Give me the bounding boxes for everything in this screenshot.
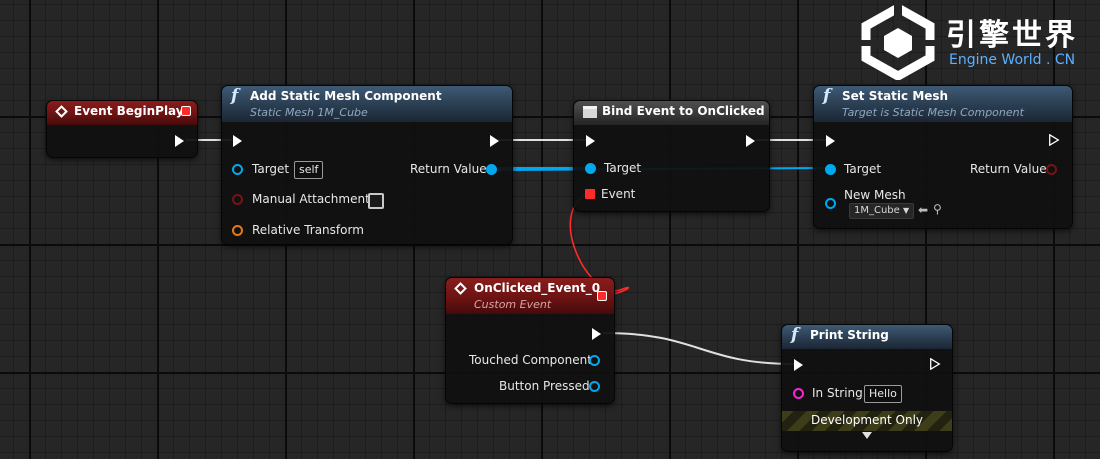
node-subtitle: Custom Event: [474, 298, 552, 311]
function-f-icon: f: [791, 325, 799, 345]
node-onclicked-custom-event[interactable]: OnClicked_Event_0 Custom Event Touched C…: [445, 277, 615, 404]
node-header[interactable]: OnClicked_Event_0 Custom Event: [446, 278, 614, 314]
new-mesh-input-pin[interactable]: [825, 198, 836, 209]
target-label: Target: [252, 162, 290, 176]
exec-wire-custom-to-print: [602, 332, 796, 365]
target-label: Target: [604, 161, 642, 175]
new-mesh-value: 1M_Cube: [854, 205, 900, 216]
node-title: OnClicked_Event_0: [474, 281, 601, 295]
event-delegate-input-pin[interactable]: [585, 189, 595, 199]
touched-component-output-pin[interactable]: [589, 355, 600, 366]
search-icon[interactable]: ⚲: [933, 202, 942, 216]
manual-attachment-label: Manual Attachment: [252, 192, 370, 206]
event-diamond-icon: [454, 282, 467, 295]
node-print-string[interactable]: f Print String In String Hello Developme…: [781, 324, 953, 452]
button-pressed-label: Button Pressed: [499, 379, 590, 393]
event-label: Event: [601, 187, 636, 201]
event-diamond-icon: [55, 105, 68, 118]
in-string-input-pin[interactable]: [793, 388, 804, 399]
function-f-icon: f: [231, 86, 239, 106]
node-event-beginplay[interactable]: Event BeginPlay: [46, 100, 198, 158]
exec-input-pin[interactable]: [586, 135, 595, 147]
in-string-value[interactable]: Hello: [864, 385, 902, 403]
chevron-down-icon[interactable]: [862, 432, 872, 439]
return-value-output-pin[interactable]: [486, 164, 497, 175]
target-input-pin[interactable]: [585, 163, 596, 174]
node-header[interactable]: f Set Static Mesh Target is Static Mesh …: [814, 86, 1072, 122]
node-set-static-mesh[interactable]: f Set Static Mesh Target is Static Mesh …: [813, 85, 1073, 229]
logo-english-text: Engine World . CN: [949, 52, 1076, 68]
node-header[interactable]: f Add Static Mesh Component Static Mesh …: [222, 86, 512, 122]
browse-arrow-icon[interactable]: ⬅: [918, 203, 928, 217]
new-mesh-label: New Mesh: [844, 188, 906, 202]
return-value-label: Return Value: [970, 162, 1047, 176]
target-input-pin[interactable]: [825, 164, 836, 175]
button-pressed-output-pin[interactable]: [589, 381, 600, 392]
node-title: Print String: [810, 328, 889, 342]
relative-transform-label: Relative Transform: [252, 223, 364, 237]
exec-input-pin[interactable]: [233, 135, 242, 147]
manual-attachment-input-pin[interactable]: [232, 194, 243, 205]
in-string-label: In String: [812, 386, 863, 400]
node-header[interactable]: Bind Event to OnClicked: [574, 101, 769, 125]
exec-output-pin[interactable]: [929, 358, 941, 370]
exec-output-pin[interactable]: [175, 135, 184, 147]
node-header[interactable]: f Print String: [782, 325, 952, 349]
exec-output-pin[interactable]: [490, 135, 499, 147]
relative-transform-input-pin[interactable]: [232, 225, 243, 236]
node-title: Add Static Mesh Component: [250, 89, 442, 103]
exec-output-pin[interactable]: [1048, 134, 1060, 146]
delegate-output-pin[interactable]: [597, 291, 607, 301]
node-bind-event-to-onclicked[interactable]: Bind Event to OnClicked Target Event: [573, 100, 770, 212]
target-label: Target: [844, 162, 882, 176]
exec-input-pin[interactable]: [826, 135, 835, 147]
engine-world-logo: 引擎世界 Engine World . CN: [858, 4, 1094, 80]
node-add-static-mesh-component[interactable]: f Add Static Mesh Component Static Mesh …: [221, 85, 513, 245]
function-f-icon: f: [823, 86, 831, 106]
node-subtitle: Target is Static Mesh Component: [842, 106, 1024, 119]
bind-event-icon: [583, 106, 597, 118]
touched-component-label: Touched Component: [469, 353, 592, 367]
node-title: Set Static Mesh: [842, 89, 949, 103]
chevron-down-icon: ▼: [903, 206, 910, 215]
node-title: Event BeginPlay: [74, 104, 184, 118]
manual-attachment-checkbox[interactable]: [368, 193, 384, 209]
return-value-output-pin[interactable]: [1046, 164, 1057, 175]
logo-chinese-text: 引擎世界: [946, 18, 1078, 53]
node-title: Bind Event to OnClicked: [602, 104, 765, 118]
node-header[interactable]: Event BeginPlay: [47, 101, 197, 125]
node-subtitle: Static Mesh 1M_Cube: [250, 106, 368, 119]
delegate-output-pin[interactable]: [181, 106, 191, 116]
new-mesh-asset-picker[interactable]: 1M_Cube ▼: [849, 203, 915, 219]
target-self-value[interactable]: self: [294, 161, 324, 179]
exec-output-pin[interactable]: [592, 328, 601, 340]
development-only-banner: Development Only: [782, 411, 952, 431]
development-only-label: Development Only: [810, 413, 924, 427]
exec-output-pin[interactable]: [746, 135, 755, 147]
exec-input-pin[interactable]: [794, 359, 803, 371]
return-value-label: Return Value: [410, 162, 487, 176]
target-input-pin[interactable]: [232, 164, 243, 175]
engine-world-logo-icon: [858, 4, 938, 80]
